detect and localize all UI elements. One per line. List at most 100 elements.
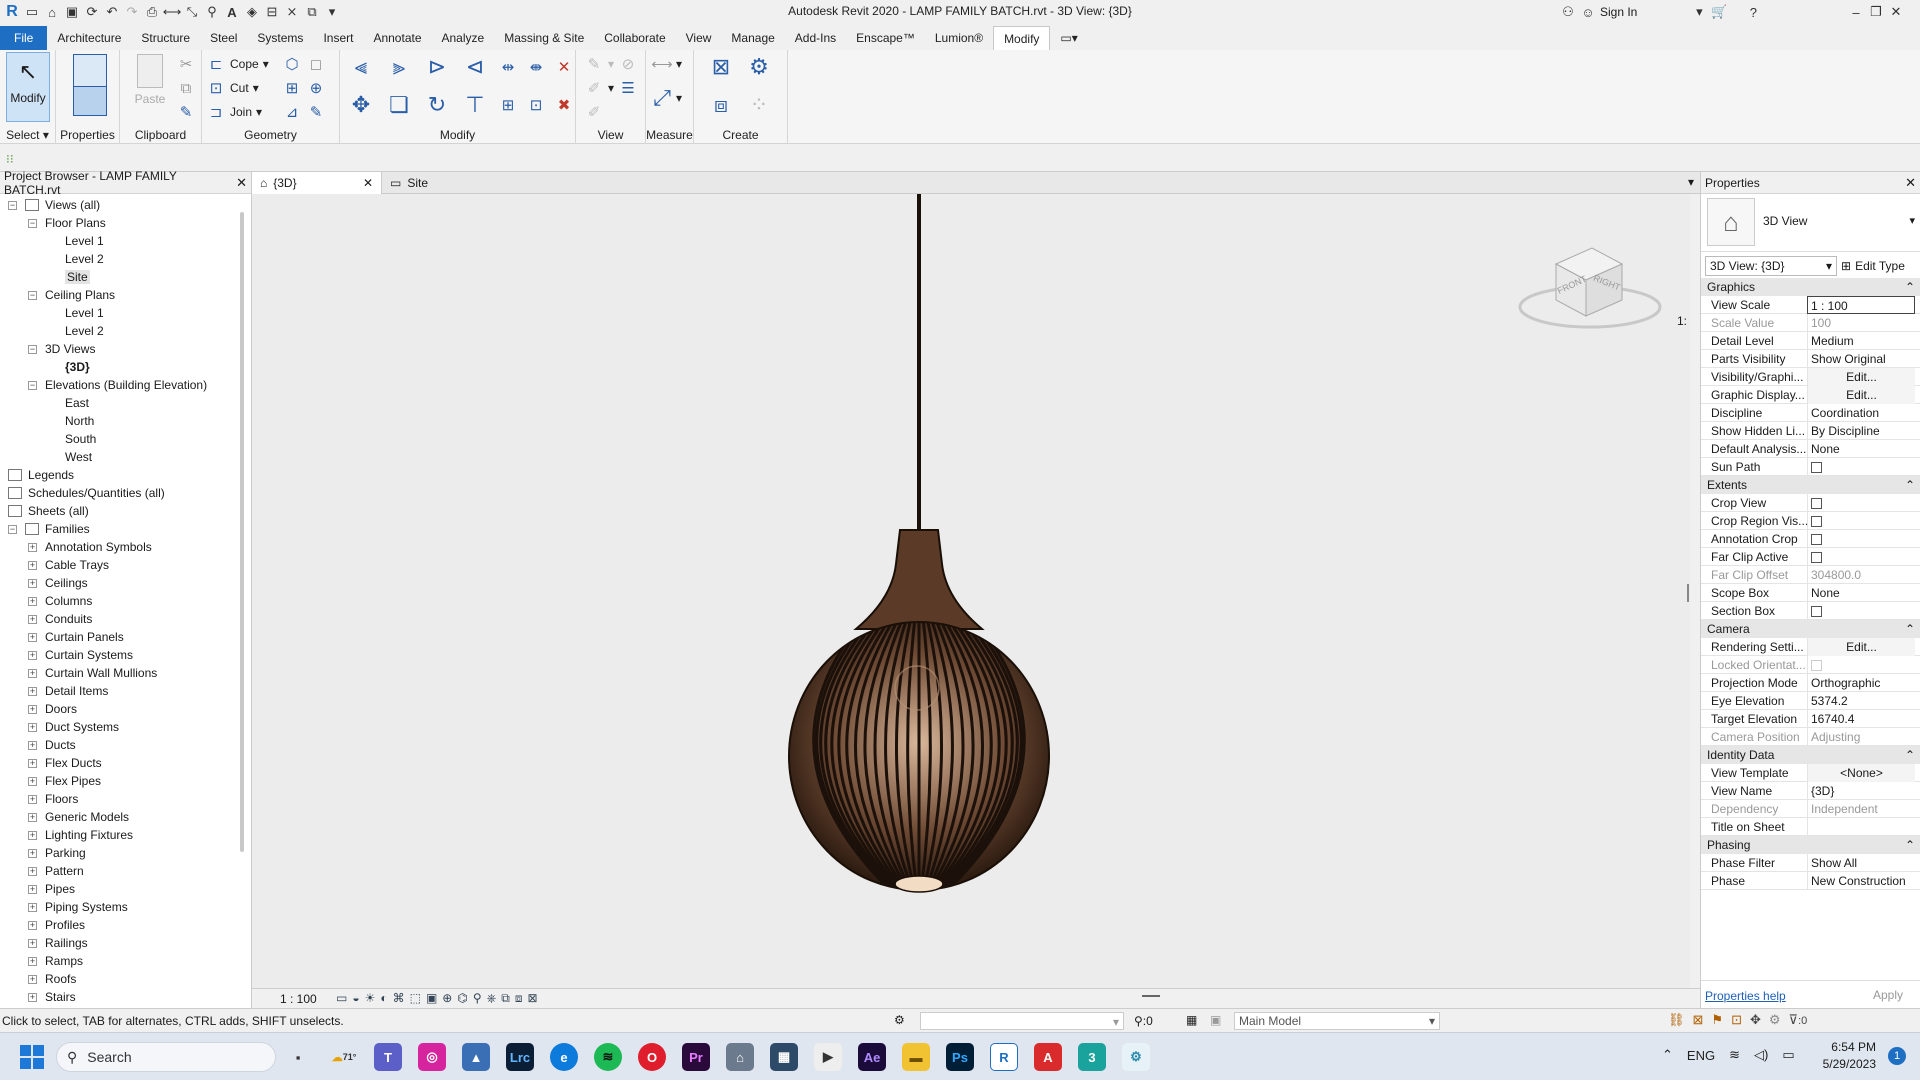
taskbar-search[interactable]: ⚲ Search <box>56 1042 276 1072</box>
property-checkbox[interactable] <box>1811 498 1822 509</box>
tab-analyze[interactable]: Analyze <box>432 26 495 50</box>
tree-node[interactable]: + Roofs <box>28 970 76 988</box>
select-by-face-icon[interactable]: ⊡ <box>1731 1012 1742 1028</box>
expand-icon[interactable]: + <box>28 542 37 552</box>
expand-icon[interactable]: + <box>28 938 37 948</box>
tree-node[interactable]: + Conduits <box>28 610 92 628</box>
clock[interactable]: 6:54 PM 5/29/2023 <box>1818 1039 1876 1073</box>
tab-massing-site[interactable]: Massing & Site <box>494 26 594 50</box>
tree-node[interactable]: + Floors <box>28 790 78 808</box>
split-face-icon[interactable]: ⬡ ◻ <box>282 54 326 74</box>
create-parts-icon[interactable]: ⚙ <box>744 52 774 82</box>
expand-icon[interactable]: + <box>28 920 37 930</box>
trim-icon[interactable]: ⊤ <box>460 90 490 120</box>
properties-button[interactable] <box>68 52 112 122</box>
properties-help-link[interactable]: Properties help <box>1705 989 1786 1003</box>
property-value[interactable] <box>1807 602 1915 620</box>
weather-icon[interactable]: ☁ 71° <box>330 1043 358 1071</box>
property-group-header[interactable]: Camera ⌃ <box>1701 620 1920 638</box>
property-group-header[interactable]: Identity Data ⌃ <box>1701 746 1920 764</box>
close-icon[interactable]: ✕ <box>236 175 247 191</box>
property-value[interactable]: Coordination <box>1807 404 1915 422</box>
tree-node[interactable]: + Flex Ducts <box>28 754 102 772</box>
expand-icon[interactable]: + <box>28 866 37 876</box>
tree-node[interactable]: + Ceilings <box>28 574 88 592</box>
tree-node[interactable]: + Curtain Systems <box>28 646 133 664</box>
sketchup-icon[interactable]: ⌂ <box>726 1043 754 1071</box>
edge-icon[interactable]: e <box>550 1043 578 1071</box>
help-icon[interactable]: ? <box>1745 4 1761 20</box>
tree-node[interactable]: + Profiles <box>28 916 85 934</box>
worksharing-icon[interactable]: ⎈ <box>487 991 497 1006</box>
collapse-icon[interactable]: − <box>28 380 37 390</box>
property-value[interactable] <box>1807 512 1915 530</box>
tree-node[interactable]: −3D Views <box>28 340 95 358</box>
tree-node[interactable]: + Columns <box>28 592 92 610</box>
type-selector[interactable]: ⌂ 3D View ▾ <box>1701 194 1920 252</box>
tray-chevron-icon[interactable]: ⌃ <box>1662 1047 1673 1063</box>
expand-icon[interactable]: + <box>28 596 37 606</box>
revit-taskbar-icon[interactable]: R <box>990 1043 1018 1071</box>
expand-icon[interactable]: + <box>28 812 37 822</box>
tree-node[interactable]: − Elevations (Building Elevation) <box>28 376 207 394</box>
expand-icon[interactable]: + <box>28 830 37 840</box>
tree-node[interactable]: + Railings <box>28 934 88 952</box>
visual-style-icon[interactable]: ◒ <box>352 991 359 1006</box>
create-assembly-icon[interactable]: ⊠ <box>706 52 736 82</box>
copy-icon[interactable]: ❏ <box>384 90 414 120</box>
close-icon[interactable]: ✕ <box>363 176 373 190</box>
expand-icon[interactable]: + <box>28 668 37 678</box>
opera-icon[interactable]: O <box>638 1043 666 1071</box>
view-scale[interactable]: 1 : 100 <box>280 992 317 1006</box>
property-value[interactable]: 16740.4 <box>1807 710 1915 728</box>
worksets-icon[interactable]: ⚙ <box>894 1013 905 1027</box>
property-group-header[interactable]: Graphics ⌃ <box>1701 278 1920 296</box>
tree-node[interactable]: − Floor Plans <box>28 214 106 232</box>
contextual-tab-toggle[interactable]: ▭▾ <box>1050 26 1087 50</box>
property-value[interactable]: Edit... <box>1807 368 1915 386</box>
notification-badge[interactable]: 1 <box>1888 1047 1906 1065</box>
highlight-icon[interactable]: ⧈ <box>515 991 523 1006</box>
expand-icon[interactable]: + <box>28 884 37 894</box>
rotate-icon[interactable]: ↻ <box>422 90 452 120</box>
property-value[interactable]: 5374.2 <box>1807 692 1915 710</box>
reveal-hidden-icon[interactable]: ⚲ <box>473 991 482 1006</box>
match-properties-icon[interactable]: ✎ <box>176 102 196 122</box>
property-value[interactable]: By Discipline <box>1807 422 1915 440</box>
constraints-icon[interactable]: ⊠ <box>527 991 537 1006</box>
rendering-icon[interactable]: ⌘ <box>393 991 405 1006</box>
tree-node[interactable]: + Piping Systems <box>28 898 128 916</box>
editable-only-count[interactable]: ⚲:0 <box>1134 1014 1153 1028</box>
file-tab[interactable]: File <box>0 26 48 50</box>
tree-node[interactable]: + Stairs <box>28 988 76 1006</box>
delete-icon[interactable]: ✖ <box>554 95 574 115</box>
tree-node[interactable]: + Annotation Symbols <box>28 538 152 556</box>
paste-button[interactable]: Paste <box>128 52 172 122</box>
chevron-down-icon[interactable]: ▾ <box>1691 4 1707 20</box>
move-icon[interactable]: ✥ <box>346 90 376 120</box>
autocad-icon[interactable]: A <box>1034 1043 1062 1071</box>
property-value[interactable] <box>1807 494 1915 512</box>
tree-node[interactable]: + Curtain Wall Mullions <box>28 664 157 682</box>
property-checkbox[interactable] <box>1811 534 1822 545</box>
tree-node[interactable]: + Ramps <box>28 952 83 970</box>
tab-insert[interactable]: Insert <box>313 26 363 50</box>
expand-icon[interactable]: + <box>28 704 37 714</box>
tree-node[interactable]: + Cable Trays <box>28 556 109 574</box>
wall-joins-icon[interactable]: ⊞ ⊕ <box>282 78 326 98</box>
expand-icon[interactable]: + <box>28 848 37 858</box>
tab-systems[interactable]: Systems <box>247 26 313 50</box>
expand-icon[interactable]: + <box>28 902 37 912</box>
select-underlay-icon[interactable]: ⊠ <box>1693 1012 1704 1028</box>
tree-node[interactable]: + Doors <box>28 700 77 718</box>
mirror-draw-icon[interactable]: ⊲ <box>460 52 490 82</box>
collapse-icon[interactable]: − <box>8 524 17 534</box>
select-dropdown[interactable]: Select ▾ <box>0 128 55 142</box>
tree-node[interactable]: Sheets (all) <box>8 502 89 520</box>
property-value[interactable]: Show Original <box>1807 350 1915 368</box>
property-checkbox[interactable] <box>1811 516 1822 527</box>
lock-3d-icon[interactable]: ⊕ <box>442 991 452 1006</box>
tab-enscape[interactable]: Enscape™ <box>846 26 925 50</box>
join-button[interactable]: ⊐ Join ▾ <box>206 102 262 122</box>
language-indicator[interactable]: ENG <box>1687 1048 1715 1063</box>
